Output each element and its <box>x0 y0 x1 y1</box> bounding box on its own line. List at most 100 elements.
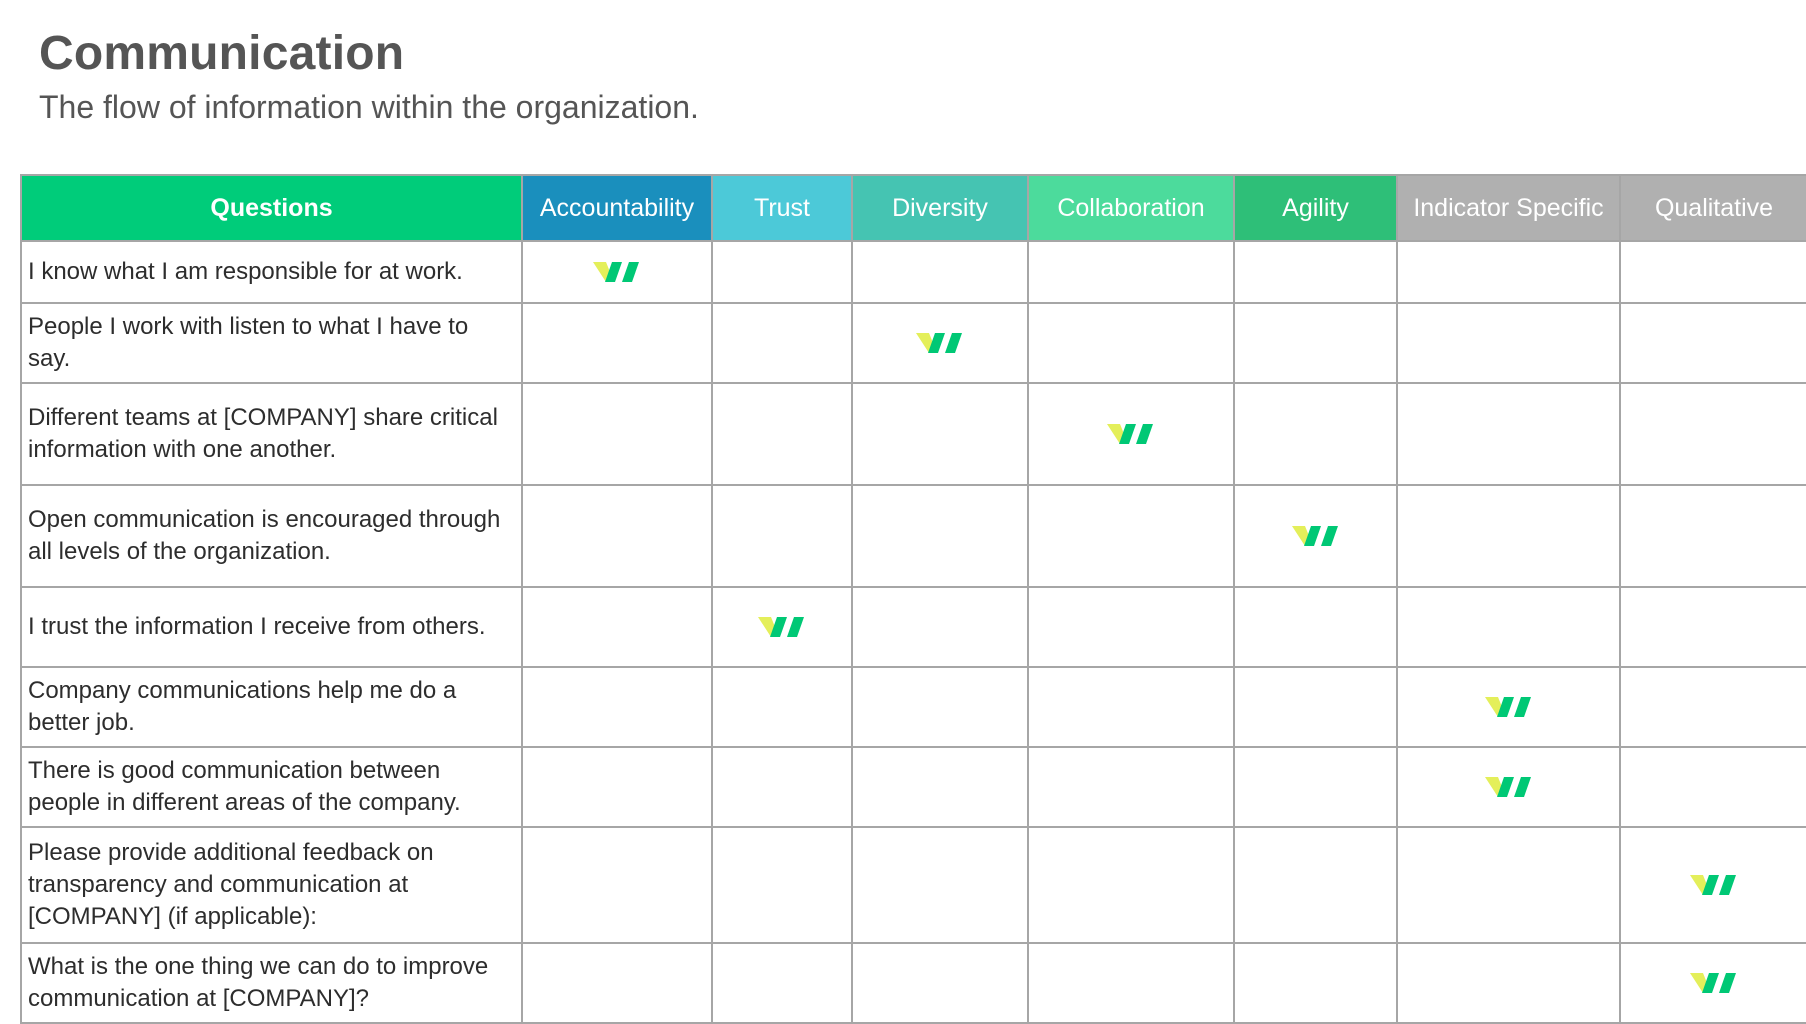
cell-diversity <box>851 484 1029 588</box>
cell-diversity <box>851 826 1029 944</box>
cell-agility <box>1233 942 1398 1024</box>
cell-trust <box>711 826 853 944</box>
table-row: Company communications help me do a bett… <box>20 666 1806 748</box>
table-row: I trust the information I receive from o… <box>20 586 1806 668</box>
cell-accountability <box>521 666 713 748</box>
cell-qualitative <box>1619 666 1806 748</box>
cell-qualitative <box>1619 302 1806 384</box>
cell-accountability <box>521 942 713 1024</box>
table-body: I know what I am responsible for at work… <box>20 240 1806 1024</box>
cell-diversity <box>851 382 1029 486</box>
question-text: People I work with listen to what I have… <box>20 302 523 384</box>
cell-accountability <box>521 302 713 384</box>
column-header-collaboration: Collaboration <box>1027 174 1235 242</box>
cell-indicator-specific <box>1396 382 1621 486</box>
check-mark-icon <box>915 331 965 355</box>
cell-diversity <box>851 240 1029 304</box>
cell-qualitative <box>1619 826 1806 944</box>
cell-qualitative <box>1619 484 1806 588</box>
column-header-agility: Agility <box>1233 174 1398 242</box>
cell-indicator-specific <box>1396 302 1621 384</box>
question-text: Different teams at [COMPANY] share criti… <box>20 382 523 486</box>
check-mark-icon <box>757 615 807 639</box>
cell-qualitative <box>1619 240 1806 304</box>
cell-trust <box>711 484 853 588</box>
page: Communication The flow of information wi… <box>0 0 1806 1024</box>
question-text: Company communications help me do a bett… <box>20 666 523 748</box>
cell-agility <box>1233 586 1398 668</box>
check-mark-icon <box>1484 775 1534 799</box>
cell-qualitative <box>1619 746 1806 828</box>
cell-accountability <box>521 484 713 588</box>
question-matrix-table: Questions Accountability Trust Diversity Co… <box>20 174 1806 1024</box>
question-text: What is the one thing we can do to impro… <box>20 942 523 1024</box>
cell-indicator-specific <box>1396 484 1621 588</box>
cell-agility <box>1233 302 1398 384</box>
cell-agility <box>1233 826 1398 944</box>
check-mark-icon <box>1689 873 1739 897</box>
cell-collaboration <box>1027 666 1235 748</box>
column-header-indicator-specific: Indicator Specific <box>1396 174 1621 242</box>
page-title: Communication <box>39 27 405 80</box>
cell-agility <box>1233 666 1398 748</box>
cell-accountability <box>521 382 713 486</box>
cell-agility <box>1233 746 1398 828</box>
cell-trust <box>711 746 853 828</box>
cell-indicator-specific <box>1396 746 1621 828</box>
cell-accountability <box>521 586 713 668</box>
check-mark-icon <box>1291 524 1341 548</box>
cell-indicator-specific <box>1396 586 1621 668</box>
cell-diversity <box>851 942 1029 1024</box>
cell-collaboration <box>1027 942 1235 1024</box>
cell-collaboration <box>1027 826 1235 944</box>
cell-diversity <box>851 746 1029 828</box>
cell-collaboration <box>1027 484 1235 588</box>
question-text: I know what I am responsible for at work… <box>20 240 523 304</box>
question-text: There is good communication between peop… <box>20 746 523 828</box>
table-row: I know what I am responsible for at work… <box>20 240 1806 304</box>
cell-trust <box>711 586 853 668</box>
check-mark-icon <box>1689 971 1739 995</box>
cell-collaboration <box>1027 240 1235 304</box>
cell-indicator-specific <box>1396 240 1621 304</box>
table-header-row: Questions Accountability Trust Diversity Co… <box>20 174 1806 242</box>
table-row: Please provide additional feedback on tr… <box>20 826 1806 944</box>
cell-trust <box>711 240 853 304</box>
cell-qualitative <box>1619 942 1806 1024</box>
cell-agility <box>1233 382 1398 486</box>
cell-indicator-specific <box>1396 942 1621 1024</box>
cell-collaboration <box>1027 746 1235 828</box>
cell-qualitative <box>1619 382 1806 486</box>
question-text: Open communication is encouraged through… <box>20 484 523 588</box>
column-header-diversity: Diversity <box>851 174 1029 242</box>
check-mark-icon <box>1106 422 1156 446</box>
cell-agility <box>1233 240 1398 304</box>
table-row: What is the one thing we can do to impro… <box>20 942 1806 1024</box>
cell-trust <box>711 382 853 486</box>
cell-indicator-specific <box>1396 666 1621 748</box>
cell-trust <box>711 942 853 1024</box>
cell-diversity <box>851 666 1029 748</box>
question-text: I trust the information I receive from o… <box>20 586 523 668</box>
question-text: Please provide additional feedback on tr… <box>20 826 523 944</box>
check-mark-icon <box>1484 695 1534 719</box>
cell-accountability <box>521 826 713 944</box>
table-row: People I work with listen to what I have… <box>20 302 1806 384</box>
cell-collaboration <box>1027 302 1235 384</box>
cell-collaboration <box>1027 382 1235 486</box>
table-row: There is good communication between peop… <box>20 746 1806 828</box>
column-header-accountability: Accountability <box>521 174 713 242</box>
cell-qualitative <box>1619 586 1806 668</box>
cell-agility <box>1233 484 1398 588</box>
check-mark-icon <box>592 260 642 284</box>
cell-accountability <box>521 240 713 304</box>
cell-diversity <box>851 586 1029 668</box>
cell-trust <box>711 666 853 748</box>
column-header-trust: Trust <box>711 174 853 242</box>
cell-collaboration <box>1027 586 1235 668</box>
cell-trust <box>711 302 853 384</box>
table-row: Different teams at [COMPANY] share criti… <box>20 382 1806 486</box>
column-header-questions: Questions <box>20 174 523 242</box>
cell-accountability <box>521 746 713 828</box>
cell-diversity <box>851 302 1029 384</box>
